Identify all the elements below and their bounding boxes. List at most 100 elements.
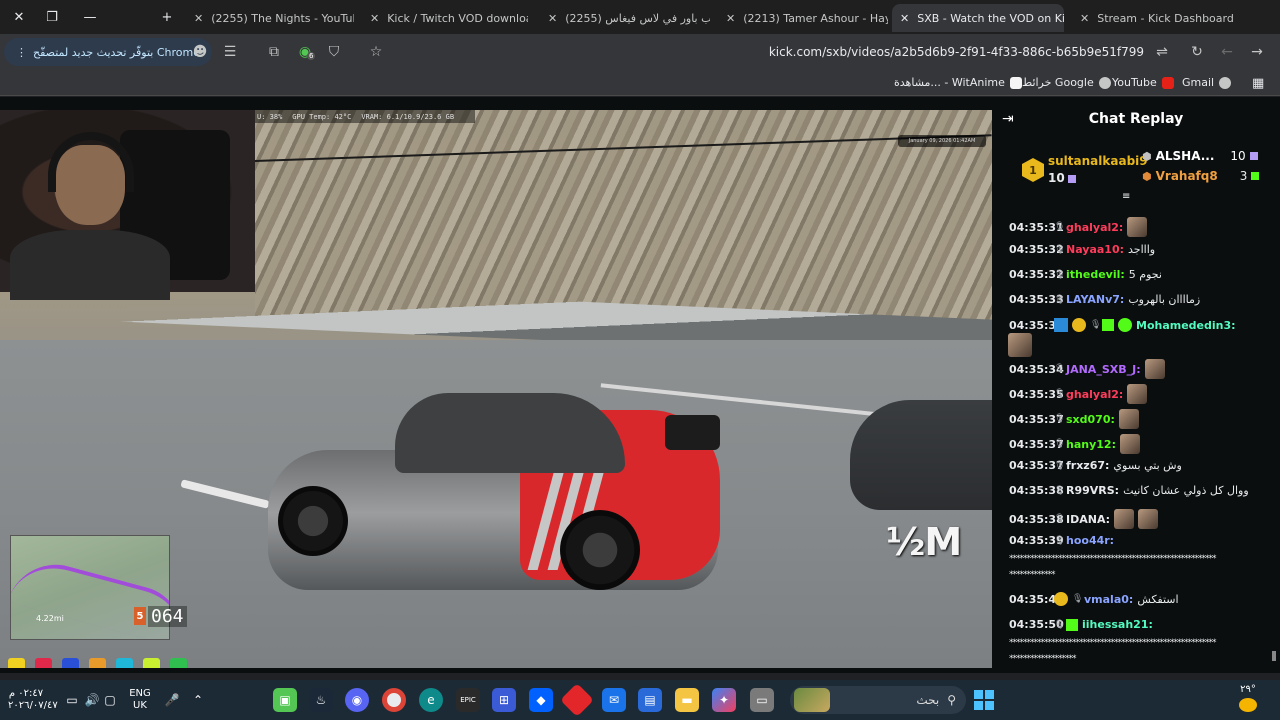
mic-badge-icon: 🎙 <box>1054 269 1066 280</box>
site-settings-icon[interactable]: ⇌ <box>1152 42 1172 62</box>
tab-close-icon[interactable]: ✕ <box>548 12 557 25</box>
msg-user[interactable]: Mohamededin3: <box>1136 319 1236 332</box>
chat-message: 04:35:45 🎙 vmala0: استفكش <box>1009 592 1179 606</box>
file-explorer-icon[interactable]: ▬ <box>675 688 699 712</box>
chat-message: 04:35:38 🎙 IDANA: <box>1009 509 1159 529</box>
tab-close-icon[interactable]: ✕ <box>370 12 379 25</box>
bookmark-google-maps[interactable]: خرائط Google <box>1022 76 1111 89</box>
mic-badge-icon: 🎙 <box>1072 594 1084 604</box>
msg-time: 04:35:45 <box>1009 592 1064 606</box>
tab-close-icon[interactable]: ✕ <box>726 12 735 25</box>
chrome-update-button[interactable]: ⋮ بتوفّر تحديث جديد لمتصفّح Chrome <box>4 38 212 66</box>
clock[interactable]: ٠٢:٤٧ م ٢٠٢٦/٠٧/٤٧ <box>8 688 58 712</box>
forward-arrow-icon[interactable]: → <box>1247 42 1267 62</box>
mic-badge-icon: 🎙 <box>1054 485 1066 496</box>
extensions-puzzle-icon[interactable]: ⧉ <box>264 42 284 62</box>
expand-leaderboard-icon[interactable]: ≡ <box>1122 191 1136 202</box>
chat-scrollbar[interactable] <box>1272 651 1276 661</box>
msg-user[interactable]: R99VRS: <box>1066 484 1119 497</box>
gift-leaderboard: 1 sultanalkaabi9 10 ⬢ ALSHA... 10 ⬢ Vrah… <box>992 141 1280 193</box>
tab-kick-vod[interactable]: ✕ SXB - Watch the VOD on Kick K <box>892 4 1064 32</box>
epic-games-icon[interactable]: EPIC <box>456 688 480 712</box>
address-bar[interactable]: kick.com/sxb/videos/a2b5d6b9-2f91-4f33-8… <box>360 38 1172 66</box>
display-icon[interactable]: ▢ <box>98 688 122 712</box>
reading-list-icon[interactable]: ☰ <box>220 42 240 62</box>
window-app-icon[interactable]: ▭ <box>750 688 774 712</box>
mic-badge-icon: 🎙 <box>1054 619 1066 630</box>
second-car <box>850 400 992 510</box>
tray-overflow-icon[interactable]: ⌃ <box>186 688 210 712</box>
bookmark-label: خرائط Google <box>1022 76 1094 89</box>
chat-message-continuation: ******************* <box>1009 654 1076 664</box>
leader-name: Vrahafq8 <box>1155 169 1218 183</box>
phone-link-icon[interactable]: ▣ <box>273 688 297 712</box>
store-icon[interactable]: ▤ <box>638 688 662 712</box>
reload-icon[interactable]: ↻ <box>1187 42 1207 62</box>
verified-badge-icon <box>1118 318 1132 332</box>
extension-avatar-icon[interactable]: ☻ <box>190 42 210 62</box>
minimize-window-icon[interactable]: — <box>71 0 109 34</box>
vpn-icon[interactable]: ⊞ <box>492 688 516 712</box>
msg-user[interactable]: JANA_SXB_J: <box>1066 363 1141 376</box>
taskbar-search[interactable]: بحث ⚲ <box>790 686 966 714</box>
tab-title: SXB - Watch the VOD on Kick <box>917 11 1064 25</box>
windows-start-icon[interactable] <box>974 690 994 710</box>
leader-1[interactable]: 1 sultanalkaabi9 10 <box>1022 153 1148 187</box>
microphone-icon[interactable]: 🎤 <box>160 688 184 712</box>
tab-youtube-las-vegas[interactable]: ✕ (2255) شباب باور في لاس فيغاس ▶ <box>540 4 710 32</box>
msg-user[interactable]: sxd070: <box>1066 413 1115 426</box>
bookmark-youtube[interactable]: YouTube <box>1112 76 1174 89</box>
tab-youtube-nights[interactable]: ✕ (2255) The Nights - YouTube ▶ <box>186 4 354 32</box>
back-arrow-icon[interactable]: ← <box>1217 42 1237 62</box>
new-tab-icon[interactable]: + <box>148 0 186 34</box>
video-player[interactable]: ½M U: 38% GPU Temp: 42°C VRAM: 6.1/10.9/… <box>0 110 992 668</box>
extension-green-icon[interactable]: ◉ 6 <box>295 42 316 62</box>
tab-close-icon[interactable]: ✕ <box>1080 12 1089 25</box>
gmail-icon <box>1219 76 1232 89</box>
language-indicator[interactable]: ENG UK <box>126 688 154 712</box>
search-highlight-icon <box>794 688 830 712</box>
msg-user[interactable]: ghalyal2: <box>1066 221 1123 234</box>
msg-time: 04:35:32 <box>1009 243 1064 256</box>
msg-user[interactable]: LAYANv7: <box>1066 293 1124 306</box>
bookmark-label: مشاهدة... - WitAnime <box>894 76 1005 89</box>
leader-2[interactable]: ⬢ ALSHA... 10 <box>1142 149 1258 163</box>
bookmark-gmail[interactable]: Gmail <box>1182 76 1232 89</box>
tab-vod-downloader[interactable]: ✕ Kick / Twitch VOD downloader D <box>362 4 528 32</box>
msg-user[interactable]: ghalyal2: <box>1066 388 1123 401</box>
chrome-icon[interactable] <box>382 688 406 712</box>
msg-user[interactable]: hany12: <box>1066 438 1116 451</box>
tab-kick-dashboard[interactable]: ✕ Stream - Kick Dashboard K <box>1072 4 1242 32</box>
restore-window-icon[interactable]: ❐ <box>33 0 71 34</box>
tab-close-icon[interactable]: ✕ <box>194 12 203 25</box>
msg-user[interactable]: iihessah21: <box>1082 618 1153 631</box>
shield-icon[interactable]: ⛉ <box>324 42 344 62</box>
red-diamond-app-icon[interactable] <box>560 683 594 717</box>
tab-close-icon[interactable]: ✕ <box>900 12 909 25</box>
edge-icon[interactable]: e <box>419 688 443 712</box>
msg-user[interactable]: vmala0: <box>1084 593 1133 606</box>
tab-youtube-tamer-ashour[interactable]: ✕ (2213) Tamer Ashour - Hayrana ▶ <box>718 4 888 32</box>
emote-icon <box>1114 509 1135 529</box>
weather-widget[interactable]: ٢٩° <box>1230 684 1266 712</box>
bookmark-witanime[interactable]: مشاهدة... - WitAnime <box>894 76 1022 89</box>
dropbox-icon[interactable]: ◆ <box>529 688 553 712</box>
msg-text: استفكش <box>1137 592 1179 606</box>
maps-icon <box>1098 76 1111 89</box>
msg-user[interactable]: hoo44r: <box>1066 534 1114 547</box>
mail-icon[interactable]: ✉ <box>602 688 626 712</box>
mic-badge-icon: 🎙 <box>1054 535 1066 546</box>
steam-icon[interactable]: ♨ <box>309 688 333 712</box>
msg-user[interactable]: Nayaa10: <box>1066 243 1124 256</box>
msg-user[interactable]: frxz67: <box>1066 459 1109 472</box>
mic-badge-icon: 🎙 <box>1054 222 1066 232</box>
all-bookmarks-icon[interactable]: ▦ <box>1252 76 1264 91</box>
speedometer: 5 064 <box>134 605 187 627</box>
copilot-icon[interactable]: ✦ <box>712 688 736 712</box>
discord-icon[interactable]: ◉ <box>345 688 369 712</box>
msg-user[interactable]: ithedevil: <box>1066 268 1125 281</box>
msg-user[interactable]: IDANA: <box>1066 513 1110 526</box>
leader-3[interactable]: ⬢ Vrahafq8 3 <box>1142 169 1260 183</box>
youtube-icon <box>1161 76 1174 89</box>
msg-text: ****************************************… <box>1009 638 1217 648</box>
